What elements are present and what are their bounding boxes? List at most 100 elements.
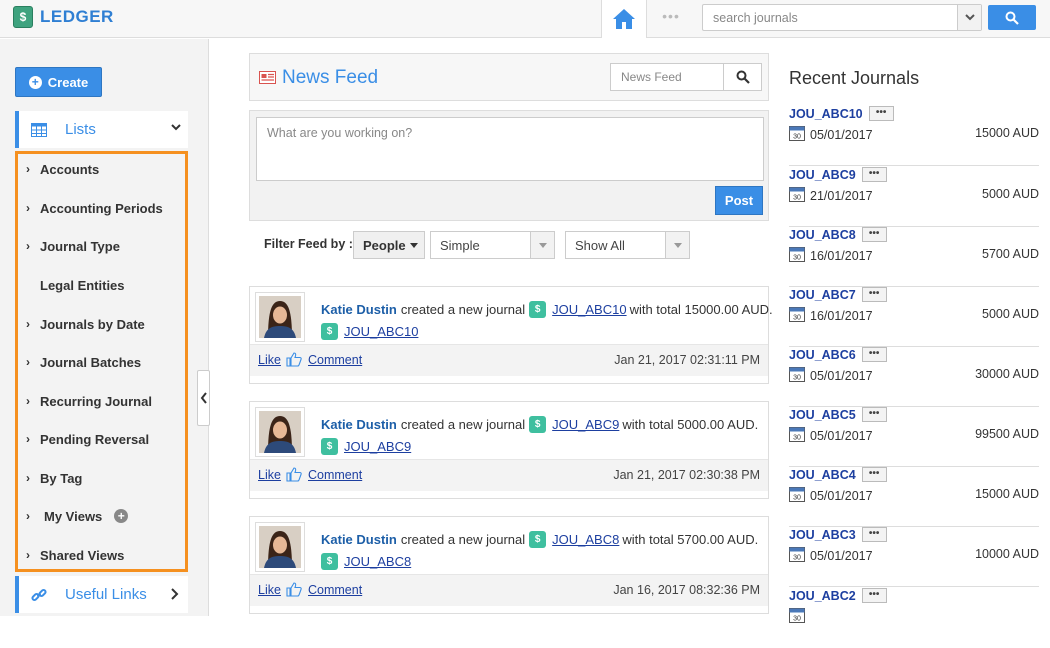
more-options-button[interactable]: •••: [861, 527, 887, 542]
search-input[interactable]: [703, 5, 953, 30]
lists-section-header[interactable]: Lists: [15, 111, 188, 148]
thumbs-up-icon[interactable]: [286, 352, 302, 367]
post-text: Katie Dustin created a new journal $ JOU…: [321, 301, 773, 318]
sidebar-item-accounting-periods[interactable]: › Accounting Periods: [26, 198, 163, 218]
more-apps-button[interactable]: •••: [658, 8, 684, 28]
app-logo[interactable]: $ LEDGER: [13, 6, 114, 28]
journal-code-link[interactable]: JOU_ABC6: [789, 348, 856, 362]
recent-journal-item: JOU_ABC6 ••• 30 05/01/2017 30000 AUD: [789, 347, 1039, 407]
filter-show-select[interactable]: Show All: [565, 231, 690, 259]
filter-type-select[interactable]: Simple: [430, 231, 555, 259]
thumbs-up-icon[interactable]: [286, 467, 302, 482]
recent-journal-item: JOU_ABC9 ••• 30 21/01/2017 5000 AUD: [789, 167, 1039, 227]
journal-link[interactable]: JOU_ABC8: [344, 554, 411, 569]
more-options-button[interactable]: •••: [868, 106, 894, 121]
journal-icon: $: [529, 531, 547, 548]
useful-links-section-header[interactable]: Useful Links: [15, 576, 188, 613]
recent-journal-item: JOU_ABC10 ••• 30 05/01/2017 15000 AUD: [789, 106, 1039, 166]
comment-link[interactable]: Comment: [308, 353, 362, 367]
sidebar-item-accounts[interactable]: › Accounts: [26, 159, 99, 179]
chevron-right-icon: [171, 588, 179, 600]
journal-code-link[interactable]: JOU_ABC2: [789, 589, 856, 603]
thumbs-up-icon[interactable]: [286, 582, 302, 597]
home-button[interactable]: [601, 0, 647, 38]
journal-link[interactable]: JOU_ABC10: [344, 324, 418, 339]
dropdown-toggle: [530, 232, 554, 258]
post-user-name[interactable]: Katie Dustin: [321, 532, 397, 547]
journal-link[interactable]: JOU_ABC10: [552, 302, 626, 317]
journal-code-link[interactable]: JOU_ABC7: [789, 288, 856, 302]
more-options-button[interactable]: •••: [861, 227, 887, 242]
journal-code-link[interactable]: JOU_ABC10: [789, 107, 863, 121]
feed-post: Katie Dustin created a new journal $ JOU…: [249, 286, 773, 384]
journal-code-link[interactable]: JOU_ABC4: [789, 468, 856, 482]
journal-link[interactable]: JOU_ABC9: [552, 417, 619, 432]
post-journal-ref: $ JOU_ABC9: [321, 438, 411, 455]
journal-icon: $: [321, 438, 338, 455]
feed-post: Katie Dustin created a new journal $ JOU…: [249, 401, 769, 499]
more-options-button[interactable]: •••: [861, 407, 887, 422]
calendar-icon: 30: [789, 307, 805, 322]
post-textarea[interactable]: [256, 117, 764, 181]
chevron-right-icon: ›: [26, 509, 30, 523]
chevron-down-icon: [171, 124, 181, 131]
comment-link[interactable]: Comment: [308, 468, 362, 482]
post-text: Katie Dustin created a new journal $ JOU…: [321, 416, 758, 433]
more-options-button[interactable]: •••: [861, 347, 887, 362]
more-options-button[interactable]: •••: [861, 287, 887, 302]
post-action: created a new journal: [400, 417, 526, 432]
create-button[interactable]: + Create: [15, 67, 102, 97]
avatar[interactable]: [255, 522, 305, 572]
journal-code-link[interactable]: JOU_ABC5: [789, 408, 856, 422]
sidebar-item-by-tag[interactable]: › By Tag: [26, 468, 82, 488]
post-total: with total 5000.00 AUD.: [622, 417, 759, 432]
more-options-button[interactable]: •••: [861, 588, 887, 603]
search-button[interactable]: [988, 5, 1036, 30]
sidebar-item-legal-entities[interactable]: Legal Entities: [26, 275, 125, 295]
collapse-sidebar-button[interactable]: [197, 370, 210, 426]
feed-search-input[interactable]: [611, 64, 721, 90]
post-footer: Like Comment Jan 16, 2017 08:32:36 PM: [250, 574, 768, 606]
sidebar-item-journal-batches[interactable]: › Journal Batches: [26, 352, 141, 372]
home-icon: [613, 9, 635, 29]
sidebar-item-pending-reversal[interactable]: › Pending Reversal: [26, 429, 149, 449]
avatar[interactable]: [255, 407, 305, 457]
sidebar-item-label: Legal Entities: [40, 277, 125, 293]
journal-link[interactable]: JOU_ABC8: [552, 532, 619, 547]
post-user-name[interactable]: Katie Dustin: [321, 302, 397, 317]
comment-link[interactable]: Comment: [308, 583, 362, 597]
sidebar-item-journals-by-date[interactable]: › Journals by Date: [26, 314, 145, 334]
sidebar-item-recurring-journal[interactable]: › Recurring Journal: [26, 391, 152, 411]
search-icon: [1005, 11, 1019, 25]
chevron-right-icon: ›: [26, 394, 30, 408]
like-link[interactable]: Like: [258, 468, 281, 482]
sidebar-item-journal-type[interactable]: › Journal Type: [26, 236, 120, 256]
avatar[interactable]: [255, 292, 305, 342]
recent-journal-item: JOU_ABC4 ••• 30 05/01/2017 15000 AUD: [789, 467, 1039, 527]
journal-date: 16/01/2017: [810, 249, 873, 263]
journal-link[interactable]: JOU_ABC9: [344, 439, 411, 454]
post-timestamp: Jan 21, 2017 02:31:11 PM: [614, 353, 760, 367]
like-link[interactable]: Like: [258, 583, 281, 597]
post-button[interactable]: Post: [715, 186, 763, 215]
sidebar-item-shared-views[interactable]: › Shared Views: [26, 545, 124, 565]
add-view-icon[interactable]: +: [114, 509, 129, 523]
svg-text:30: 30: [793, 375, 801, 382]
caret-down-icon: [538, 242, 547, 248]
sidebar-item-label: Journals by Date: [40, 316, 145, 332]
filter-people-dropdown[interactable]: People: [353, 231, 425, 259]
post-user-name[interactable]: Katie Dustin: [321, 417, 397, 432]
journal-amount: 30000 AUD: [975, 367, 1039, 381]
journal-code-link[interactable]: JOU_ABC3: [789, 528, 856, 542]
more-options-button[interactable]: •••: [861, 167, 887, 182]
search-dropdown-toggle[interactable]: [957, 5, 981, 30]
sidebar-item-my-views[interactable]: › My Views +: [26, 506, 129, 526]
chevron-right-icon: ›: [26, 355, 30, 369]
journal-code-link[interactable]: JOU_ABC8: [789, 228, 856, 242]
feed-search-button[interactable]: [723, 64, 761, 90]
sidebar-item-label: Shared Views: [40, 547, 125, 563]
like-link[interactable]: Like: [258, 353, 281, 367]
journal-code-link[interactable]: JOU_ABC9: [789, 168, 856, 182]
more-options-button[interactable]: •••: [861, 467, 887, 482]
useful-links-label: Useful Links: [65, 586, 147, 603]
